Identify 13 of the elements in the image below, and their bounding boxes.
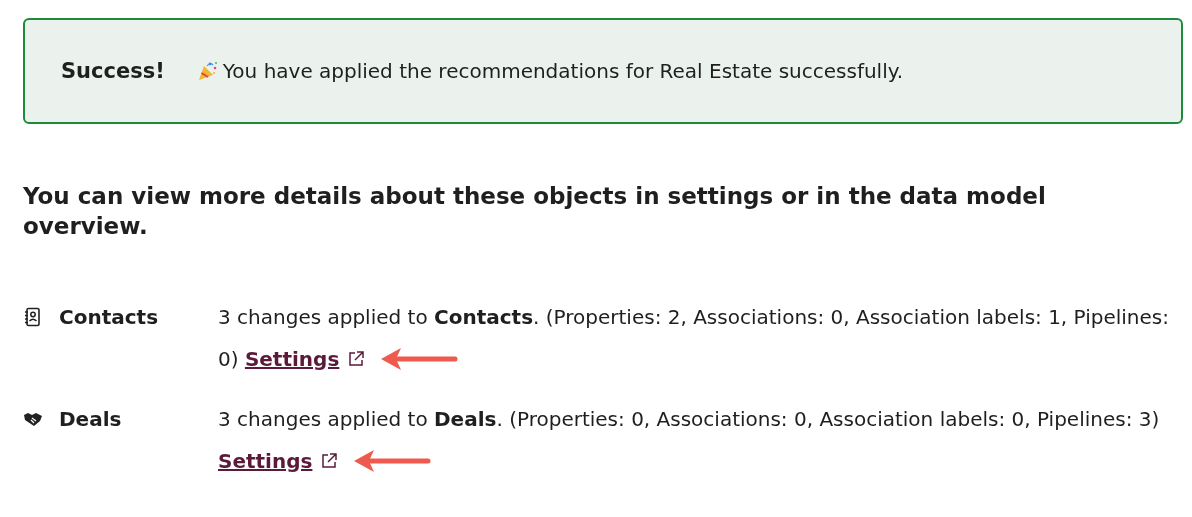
section-heading: You can view more details about these objects in settings or in the data model overview. <box>23 182 1047 241</box>
external-link-icon <box>320 451 339 470</box>
party-popper-icon <box>196 60 219 82</box>
settings-link[interactable]: Settings <box>244 346 340 371</box>
settings-link[interactable]: Settings <box>218 448 313 473</box>
object-name: Contacts <box>59 304 159 329</box>
change-summary: 3 changes applied to Deals. (Properties: 0, Associations: 0, Association labels: 0, Pipelines: 3) Settings <box>218 405 1161 477</box>
address-book-icon <box>23 306 43 327</box>
alert-message: You have applied the recommendations for Real Estate successfully. <box>222 59 904 83</box>
external-link-icon <box>347 349 366 368</box>
alert-title: Success! <box>61 59 165 83</box>
object-name: Deals <box>59 406 122 431</box>
change-summary: 3 changes applied to Contacts. (Properties: 2, Associations: 0, Association labels: 1, Pipelines: 0) Settings <box>218 303 1170 375</box>
